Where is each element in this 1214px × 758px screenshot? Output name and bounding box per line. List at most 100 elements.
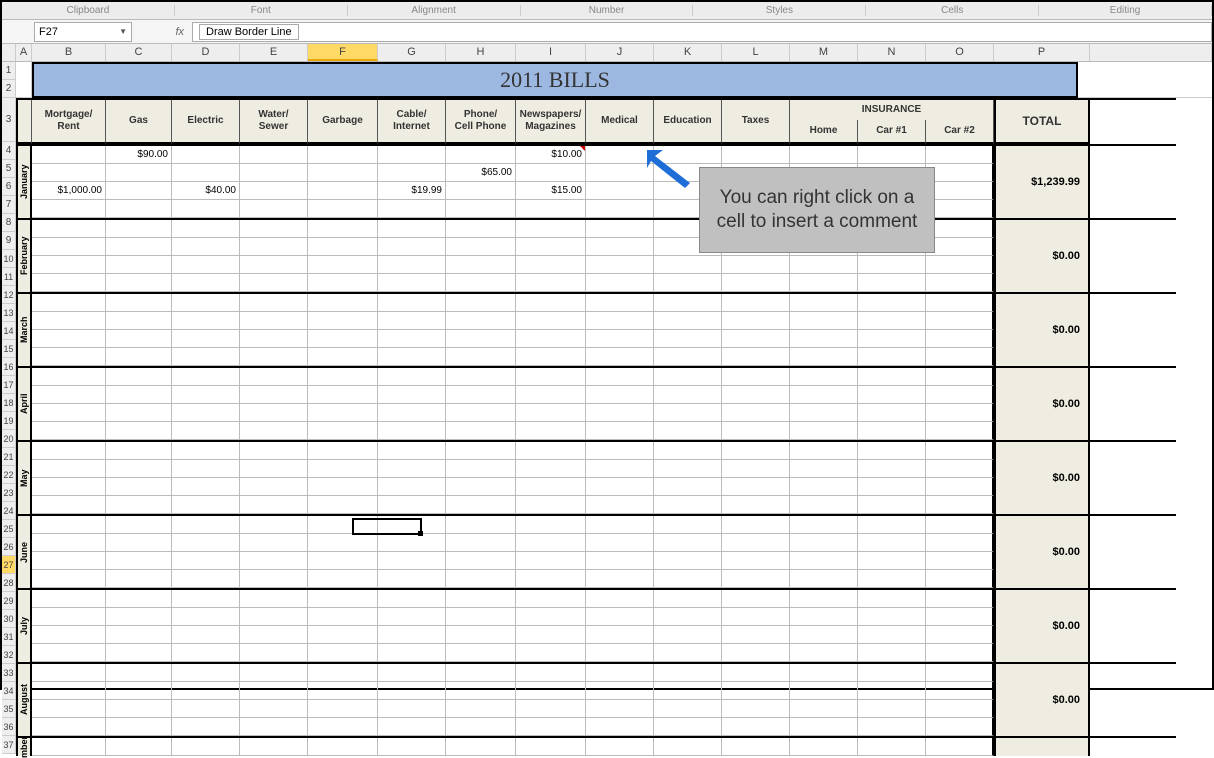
cell[interactable]: [446, 608, 516, 626]
cell[interactable]: [926, 700, 994, 718]
cell[interactable]: [172, 496, 240, 514]
cell[interactable]: [106, 386, 172, 404]
cell[interactable]: [858, 516, 926, 534]
cell[interactable]: [446, 348, 516, 366]
row-header-6[interactable]: 6: [2, 178, 16, 196]
cell[interactable]: [240, 534, 308, 552]
cell[interactable]: [308, 330, 378, 348]
cell[interactable]: [654, 294, 722, 312]
cell[interactable]: [926, 274, 994, 292]
cell[interactable]: [858, 552, 926, 570]
cell[interactable]: [172, 478, 240, 496]
cell[interactable]: [790, 294, 858, 312]
cell[interactable]: [586, 718, 654, 736]
cell[interactable]: [106, 644, 172, 662]
cell[interactable]: [446, 738, 516, 756]
cell[interactable]: [654, 422, 722, 440]
cell[interactable]: [446, 496, 516, 514]
cell[interactable]: [722, 442, 790, 460]
cell[interactable]: [378, 330, 446, 348]
cell[interactable]: [172, 164, 240, 182]
cell[interactable]: [516, 404, 586, 422]
cell[interactable]: [378, 404, 446, 422]
column-header-A[interactable]: A: [16, 44, 32, 61]
cell[interactable]: [790, 404, 858, 422]
cell[interactable]: [240, 164, 308, 182]
cell[interactable]: [722, 718, 790, 736]
row-header-16[interactable]: 16: [2, 358, 16, 376]
cell[interactable]: [516, 386, 586, 404]
cell[interactable]: [446, 200, 516, 218]
cell[interactable]: [654, 386, 722, 404]
cell[interactable]: [240, 496, 308, 514]
cell[interactable]: [378, 146, 446, 164]
cell[interactable]: [308, 238, 378, 256]
cell[interactable]: [446, 552, 516, 570]
column-header-ext[interactable]: [1090, 44, 1212, 61]
cell[interactable]: [172, 460, 240, 478]
cell[interactable]: [308, 404, 378, 422]
cell[interactable]: [516, 200, 586, 218]
cell[interactable]: [926, 478, 994, 496]
cell[interactable]: [106, 682, 172, 700]
cell[interactable]: [446, 368, 516, 386]
spreadsheet-grid[interactable]: 2011 BILLSMortgage/RentGasElectricWater/…: [16, 62, 1212, 756]
cell[interactable]: [446, 682, 516, 700]
cell[interactable]: [446, 404, 516, 422]
cell[interactable]: [654, 460, 722, 478]
cell[interactable]: [172, 738, 240, 756]
cell[interactable]: $90.00: [106, 146, 172, 164]
cell[interactable]: [308, 738, 378, 756]
cell[interactable]: [308, 442, 378, 460]
cell[interactable]: [790, 330, 858, 348]
cell[interactable]: [654, 478, 722, 496]
cell[interactable]: [790, 738, 858, 756]
cell[interactable]: [378, 718, 446, 736]
cell[interactable]: [308, 386, 378, 404]
cell[interactable]: [722, 422, 790, 440]
cell[interactable]: [240, 368, 308, 386]
cell[interactable]: [586, 496, 654, 514]
cell[interactable]: [32, 700, 106, 718]
cell[interactable]: [308, 664, 378, 682]
column-header-M[interactable]: M: [790, 44, 858, 61]
cell[interactable]: [858, 274, 926, 292]
cell[interactable]: [926, 442, 994, 460]
cell[interactable]: [586, 664, 654, 682]
cell[interactable]: [32, 200, 106, 218]
cell[interactable]: [308, 422, 378, 440]
cell[interactable]: [516, 682, 586, 700]
cell[interactable]: [378, 312, 446, 330]
column-header-N[interactable]: N: [858, 44, 926, 61]
cell[interactable]: [308, 496, 378, 514]
cell[interactable]: [378, 626, 446, 644]
cell[interactable]: [722, 608, 790, 626]
cell[interactable]: [172, 348, 240, 366]
cell[interactable]: [926, 386, 994, 404]
cell[interactable]: [586, 626, 654, 644]
cell[interactable]: [106, 570, 172, 588]
cell[interactable]: [926, 590, 994, 608]
cell[interactable]: [926, 348, 994, 366]
cell[interactable]: [516, 294, 586, 312]
column-header-B[interactable]: B: [32, 44, 106, 61]
formula-input[interactable]: Draw Border Line: [192, 22, 1212, 42]
cell[interactable]: [586, 330, 654, 348]
row-header-37[interactable]: 37: [2, 736, 16, 754]
cell[interactable]: [106, 478, 172, 496]
cell[interactable]: [172, 200, 240, 218]
column-header-C[interactable]: C: [106, 44, 172, 61]
cell[interactable]: [446, 330, 516, 348]
cell[interactable]: [586, 738, 654, 756]
cell[interactable]: [240, 738, 308, 756]
cell[interactable]: [106, 608, 172, 626]
cell[interactable]: [172, 700, 240, 718]
cell[interactable]: [172, 422, 240, 440]
cell[interactable]: [32, 516, 106, 534]
cell[interactable]: [308, 682, 378, 700]
cell[interactable]: [654, 644, 722, 662]
cell[interactable]: [240, 220, 308, 238]
cell[interactable]: [172, 516, 240, 534]
column-header-H[interactable]: H: [446, 44, 516, 61]
cell[interactable]: [722, 274, 790, 292]
